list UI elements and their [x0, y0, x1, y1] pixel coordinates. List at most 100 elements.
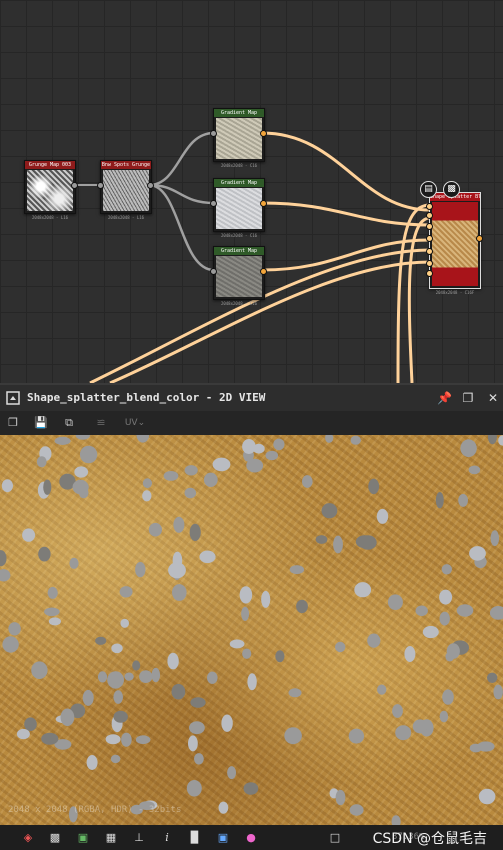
node-gradient-map-2[interactable]: Gradient Map 2048x2048 - C16 [210, 178, 267, 238]
splatter-shape [487, 435, 497, 445]
splatter-shape [422, 625, 439, 639]
node-graph[interactable]: Grunge Map 003 2048x2048 - L16 Bnw Spots… [0, 0, 503, 383]
uv-dropdown[interactable]: UV⌄ [123, 415, 147, 431]
save-icon[interactable]: 💾 [33, 415, 49, 431]
splatter-shape [275, 650, 285, 663]
splatter-shape [199, 550, 216, 564]
splatter-shape [173, 516, 185, 533]
node-title: Grunge Map 003 [25, 161, 75, 169]
input-port[interactable] [210, 268, 217, 275]
splatter-shape [239, 586, 253, 604]
splatter-shape [1, 479, 13, 493]
channels-icon[interactable]: ▣ [75, 830, 91, 846]
pin-icon[interactable]: 📌 [437, 391, 452, 405]
node-grunge-map[interactable]: Grunge Map 003 2048x2048 - L16 [24, 160, 78, 220]
node-bnw-spots[interactable]: Bnw Spots Grunge 2048x2048 - L16 [97, 160, 154, 220]
splatter-shape [404, 646, 416, 662]
restore-icon[interactable]: ❐ [461, 391, 475, 405]
splatter-shape [43, 479, 52, 495]
document-icon[interactable]: ▤ [420, 181, 437, 198]
node-gradient-map-3[interactable]: Gradient Map 2048x2048 - C16 [210, 246, 267, 306]
checker-icon[interactable]: ▩ [443, 181, 460, 198]
input-port[interactable] [426, 270, 433, 277]
tiling-icon[interactable]: ⊥ [131, 830, 147, 846]
splatter-shape [478, 788, 496, 805]
output-port[interactable] [71, 182, 78, 189]
splatter-shape [456, 604, 474, 617]
export-icon[interactable]: ≌ [93, 415, 109, 431]
splatter-shape [493, 684, 503, 700]
fit-icon[interactable]: □ [327, 830, 343, 846]
splatter-shape [97, 671, 108, 683]
splatter-shape [16, 728, 30, 740]
node-resolution: 2048x2048 - C16 [220, 163, 258, 168]
input-port[interactable] [426, 235, 433, 242]
splatter-shape [54, 436, 71, 445]
color-icon[interactable]: ● [243, 830, 259, 846]
splatter-shape [221, 714, 233, 732]
output-port[interactable] [147, 182, 154, 189]
layers-icon[interactable]: ◈ [20, 830, 36, 846]
splatter-shape [247, 673, 257, 691]
node-thumbnail [432, 202, 478, 286]
output-port[interactable] [260, 200, 267, 207]
splatter-shape [24, 717, 37, 731]
splatter-shape [31, 661, 48, 679]
node-shape-splatter-blend[interactable]: Shape Splatter Blend 2048x2048 - C16F [426, 192, 483, 295]
grid-icon[interactable]: ▦ [103, 830, 119, 846]
splatter-shape [218, 801, 229, 814]
output-port[interactable] [260, 268, 267, 275]
splatter-shape [391, 815, 401, 825]
close-icon[interactable]: ✕ [486, 391, 500, 405]
splatter-shape [111, 643, 123, 654]
input-port[interactable] [426, 260, 433, 267]
splatter-shape [395, 725, 412, 741]
splatter-shape [489, 606, 503, 620]
splatter-shape [2, 636, 19, 653]
splatter-shape [349, 804, 364, 816]
wire [148, 183, 215, 272]
input-port[interactable] [426, 203, 433, 210]
splatter-shape [446, 643, 460, 659]
info-icon[interactable]: i [159, 830, 175, 846]
splatter-shape [458, 493, 468, 507]
splatter-shape [296, 599, 308, 614]
output-port[interactable] [260, 130, 267, 137]
splatter-shape [95, 636, 107, 645]
output-port[interactable] [476, 235, 483, 242]
checker-icon[interactable]: ▩ [47, 830, 63, 846]
splatter-shape [350, 435, 361, 445]
splatter-shape [136, 435, 150, 443]
input-port[interactable] [426, 212, 433, 219]
splatter-shape [335, 789, 346, 806]
splatter-shape [469, 546, 486, 561]
splatter-shape [325, 435, 334, 443]
splatter-shape [163, 471, 179, 481]
splatter-shape [441, 564, 452, 575]
splatter-shape [354, 582, 372, 598]
input-port[interactable] [97, 182, 104, 189]
display-icon[interactable]: ▣ [215, 830, 231, 846]
watermark: CSDN @仓鼠毛吉 [372, 831, 487, 847]
2d-viewport[interactable]: 2048 x 2048 (RGBA, HDR) - 32bits [0, 435, 503, 825]
splatter-shape [333, 535, 343, 554]
copy-icon[interactable]: ⧉ [61, 415, 77, 431]
splatter-shape [120, 618, 129, 628]
wire [407, 216, 431, 383]
histogram-icon[interactable]: ▉ [187, 830, 203, 846]
input-port[interactable] [426, 223, 433, 230]
input-port[interactable] [426, 248, 433, 255]
splatter-shape [302, 475, 313, 488]
splatter-shape [72, 479, 89, 495]
snapshot-icon[interactable]: ❐ [5, 415, 21, 431]
splatter-shape [367, 633, 381, 648]
node-gradient-map-1[interactable]: Gradient Map 2048x2048 - C16 [210, 108, 267, 168]
splatter-shape [273, 438, 285, 451]
splatter-shapes [0, 435, 503, 825]
splatter-shape [60, 708, 75, 727]
input-port[interactable] [210, 200, 217, 207]
splatter-shape [442, 689, 454, 705]
input-port[interactable] [210, 130, 217, 137]
splatter-shape [0, 550, 7, 567]
splatter-shape [284, 727, 302, 745]
